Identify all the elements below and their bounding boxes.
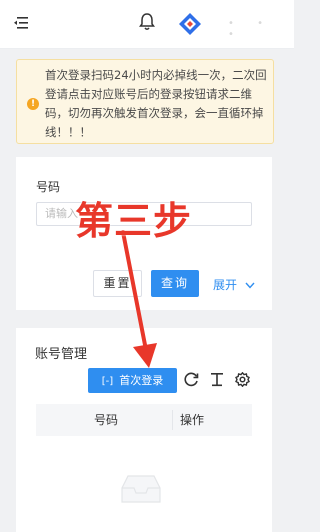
annotation-step-label: 第三步 (75, 199, 193, 243)
annotation-arrow (121, 230, 157, 368)
